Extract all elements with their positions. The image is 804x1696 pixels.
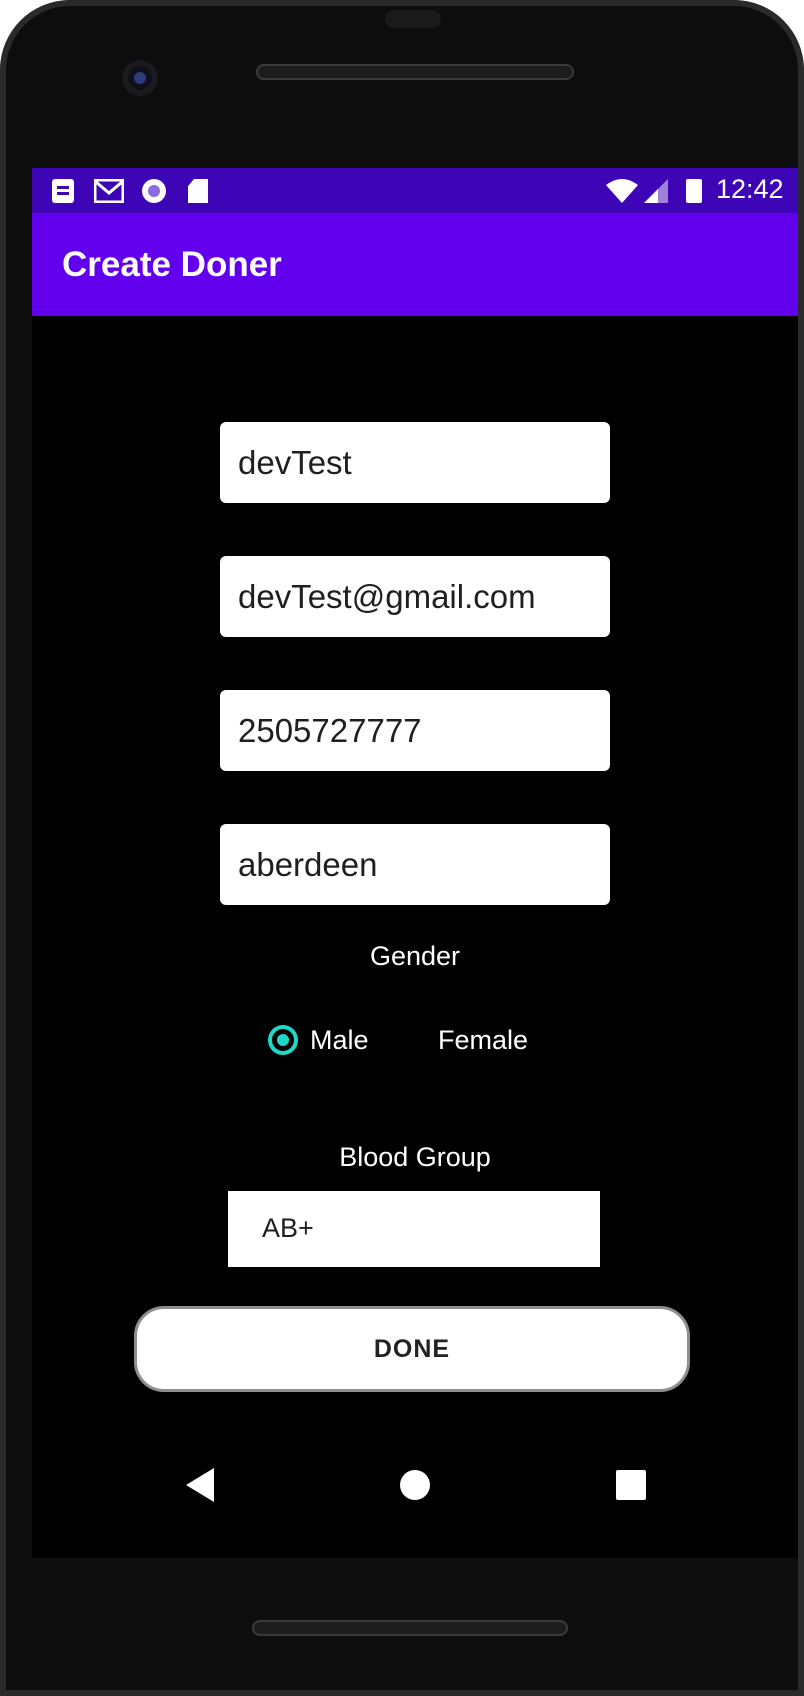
top-speaker-grille xyxy=(256,64,574,80)
notes-icon xyxy=(52,179,74,203)
device-frame: 12:42 Create Doner Gender Male Female Bl… xyxy=(0,0,804,1696)
city-field[interactable] xyxy=(220,824,610,905)
front-camera xyxy=(122,60,158,96)
name-field-container xyxy=(220,422,610,503)
city-field-container xyxy=(220,824,610,905)
status-bar: 12:42 xyxy=(32,168,798,213)
radio-selected-icon[interactable] xyxy=(268,1025,298,1055)
done-button[interactable]: DONE xyxy=(134,1306,690,1392)
gender-radio-female[interactable]: Female xyxy=(438,1020,528,1060)
email-field[interactable] xyxy=(220,556,610,637)
recents-icon[interactable] xyxy=(616,1470,646,1500)
phone-field[interactable] xyxy=(220,690,610,771)
email-field-container xyxy=(220,556,610,637)
gender-radio-female-label: Female xyxy=(438,1024,529,1055)
screen: 12:42 Create Doner Gender Male Female Bl… xyxy=(32,168,798,1558)
gender-label: Gender xyxy=(369,941,461,971)
bottom-speaker-grille xyxy=(252,1620,568,1636)
gender-radio-male[interactable]: Male xyxy=(268,1020,369,1060)
blood-group-dropdown[interactable]: AB+ xyxy=(228,1191,600,1267)
gender-radio-male-label: Male xyxy=(310,1024,369,1055)
circle-app-icon xyxy=(142,179,166,203)
back-icon[interactable] xyxy=(186,1468,214,1502)
page-title: Create Doner xyxy=(62,245,282,284)
signal-icon xyxy=(644,179,668,203)
app-bar: Create Doner xyxy=(32,213,798,316)
blood-group-value: AB+ xyxy=(262,1213,314,1243)
gmail-icon xyxy=(93,178,125,204)
status-clock: 12:42 xyxy=(716,174,784,204)
wifi-icon xyxy=(606,179,638,203)
battery-icon xyxy=(686,179,702,203)
sd-card-icon xyxy=(188,179,208,203)
home-icon[interactable] xyxy=(400,1470,430,1500)
phone-field-container xyxy=(220,690,610,771)
earpiece-notch xyxy=(385,10,441,28)
blood-group-label: Blood Group xyxy=(339,1142,491,1172)
name-field[interactable] xyxy=(220,422,610,503)
